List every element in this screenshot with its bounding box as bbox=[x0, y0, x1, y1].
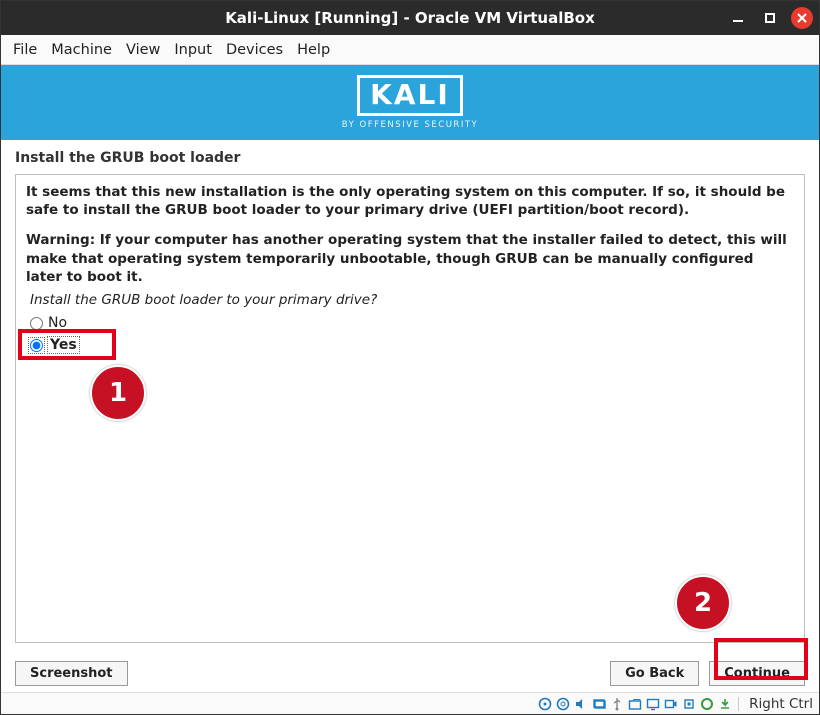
recording-icon[interactable] bbox=[663, 696, 678, 711]
option-yes[interactable]: Yes bbox=[30, 334, 794, 356]
option-no-label: No bbox=[48, 315, 67, 331]
keyboard-capture-icon[interactable] bbox=[717, 696, 732, 711]
info-paragraph-1: It seems that this new installation is t… bbox=[26, 183, 794, 219]
kali-subtitle: BY OFFENSIVE SECURITY bbox=[342, 120, 478, 130]
kali-logo: KALI bbox=[357, 75, 463, 116]
window-controls bbox=[727, 1, 813, 35]
screenshot-button[interactable]: Screenshot bbox=[15, 661, 128, 686]
usb-icon[interactable] bbox=[609, 696, 624, 711]
menubar: File Machine View Input Devices Help bbox=[1, 35, 819, 65]
kali-banner: KALI BY OFFENSIVE SECURITY bbox=[1, 65, 819, 140]
close-button[interactable] bbox=[791, 7, 813, 29]
host-key-label[interactable]: Right Ctrl bbox=[749, 696, 813, 712]
menu-view[interactable]: View bbox=[126, 42, 160, 58]
menu-help[interactable]: Help bbox=[297, 42, 330, 58]
menu-file[interactable]: File bbox=[13, 42, 37, 58]
maximize-button[interactable] bbox=[759, 7, 781, 29]
installer-panel: It seems that this new installation is t… bbox=[15, 174, 805, 643]
vm-statusbar: Right Ctrl bbox=[1, 692, 819, 714]
radio-yes[interactable] bbox=[30, 339, 43, 352]
processor-icon[interactable] bbox=[681, 696, 696, 711]
install-question: Install the GRUB boot loader to your pri… bbox=[30, 292, 794, 308]
audio-icon[interactable] bbox=[573, 696, 588, 711]
info-paragraph-2: Warning: If your computer has another op… bbox=[26, 231, 794, 286]
harddisk-icon[interactable] bbox=[537, 696, 552, 711]
menu-input[interactable]: Input bbox=[174, 42, 212, 58]
menu-machine[interactable]: Machine bbox=[51, 42, 112, 58]
titlebar: Kali-Linux [Running] - Oracle VM Virtual… bbox=[1, 1, 819, 35]
continue-button[interactable]: Continue bbox=[709, 661, 805, 686]
minimize-button[interactable] bbox=[727, 7, 749, 29]
option-yes-label: Yes bbox=[48, 337, 79, 353]
section-title: Install the GRUB boot loader bbox=[15, 150, 805, 166]
option-no[interactable]: No bbox=[30, 312, 794, 334]
statusbar-separator bbox=[738, 697, 739, 711]
window-title: Kali-Linux [Running] - Oracle VM Virtual… bbox=[225, 9, 595, 27]
optical-icon[interactable] bbox=[555, 696, 570, 711]
go-back-button[interactable]: Go Back bbox=[610, 661, 699, 686]
display-icon[interactable] bbox=[645, 696, 660, 711]
virtualbox-window: Kali-Linux [Running] - Oracle VM Virtual… bbox=[0, 0, 820, 715]
radio-no[interactable] bbox=[30, 317, 43, 330]
mouse-integration-icon[interactable] bbox=[699, 696, 714, 711]
installer-content: Install the GRUB boot loader It seems th… bbox=[1, 140, 819, 651]
shared-folder-icon[interactable] bbox=[627, 696, 642, 711]
menu-devices[interactable]: Devices bbox=[226, 42, 283, 58]
network-icon[interactable] bbox=[591, 696, 606, 711]
install-options: No Yes bbox=[30, 312, 794, 356]
installer-footer: Screenshot Go Back Continue bbox=[1, 651, 819, 692]
